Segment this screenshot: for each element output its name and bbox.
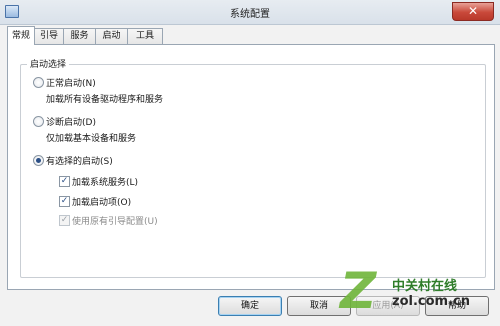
watermark-url: zol.com.cn [392, 294, 470, 309]
diagnostic-startup-description: 仅加载基本设备和服务 [46, 134, 137, 144]
diagnostic-startup-radio[interactable] [33, 116, 44, 127]
window-close-button[interactable]: ✕ [452, 2, 494, 21]
selective-startup-label[interactable]: 有选择的启动(S) [46, 154, 113, 167]
normal-startup-radio[interactable] [33, 77, 44, 88]
tab-boot[interactable]: 引导 [34, 28, 64, 44]
tab-services[interactable]: 服务 [63, 28, 96, 44]
tab-general[interactable]: 常规 [7, 26, 35, 45]
normal-startup-description: 加载所有设备驱动程序和服务 [46, 95, 164, 105]
load-startup-items-label[interactable]: 加载启动项(O) [72, 195, 131, 208]
load-system-services-checkbox[interactable]: ✓ [59, 176, 70, 187]
tab-tools[interactable]: 工具 [127, 28, 163, 44]
ok-button[interactable]: 确定 [218, 296, 282, 316]
use-original-boot-config-checkbox: ✓ [59, 215, 70, 226]
selective-startup-radio[interactable] [33, 155, 44, 166]
title-bar: 系统配置 ✕ [0, 0, 500, 25]
watermark-name: 中关村在线 [392, 279, 458, 294]
tab-startup[interactable]: 启动 [95, 28, 128, 44]
load-startup-items-checkbox[interactable]: ✓ [59, 196, 70, 207]
load-system-services-label[interactable]: 加载系统服务(L) [72, 175, 138, 188]
normal-startup-label[interactable]: 正常启动(N) [46, 76, 96, 89]
diagnostic-startup-label[interactable]: 诊断启动(D) [46, 115, 96, 128]
watermark-logo: Z [340, 262, 377, 320]
window-title: 系统配置 [230, 9, 270, 20]
use-original-boot-config-label: 使用原有引导配置(U) [72, 217, 158, 227]
startup-selection-label: 启动选择 [27, 57, 70, 70]
